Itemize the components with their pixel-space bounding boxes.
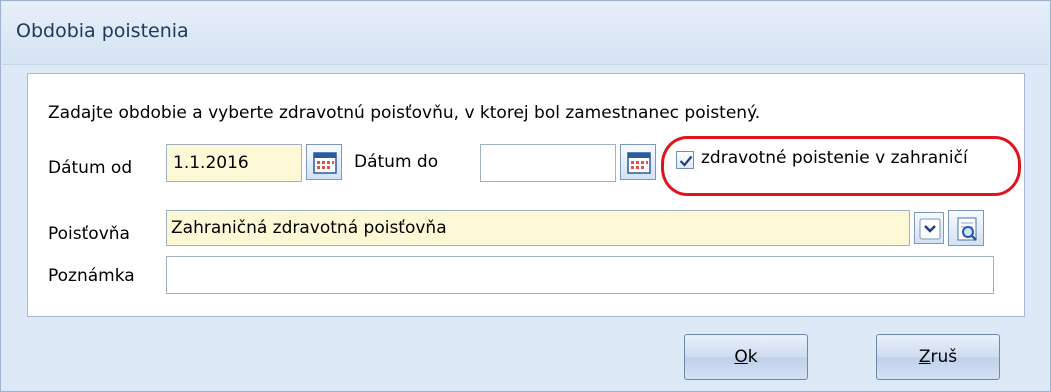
- cancel-button-label-rest: ruš: [930, 347, 958, 367]
- insurer-select[interactable]: Zahraničná zdravotná poisťovňa: [166, 210, 910, 246]
- insurer-label: Poisťovňa: [48, 224, 130, 244]
- insurer-dropdown-button[interactable]: [914, 212, 944, 244]
- instruction-text: Zadajte obdobie a vyberte zdravotnú pois…: [48, 103, 761, 123]
- calendar-icon: [313, 152, 337, 174]
- date-to-label: Dátum do: [354, 152, 439, 172]
- date-to-input[interactable]: [480, 144, 616, 182]
- note-label: Poznámka: [48, 266, 135, 286]
- ok-button-mnemonic: O: [734, 347, 748, 367]
- date-to-calendar-button[interactable]: [620, 144, 656, 180]
- date-from-input[interactable]: 1.1.2016: [166, 144, 302, 182]
- date-from-label: Dátum od: [48, 158, 133, 178]
- dialog-window: Obdobia poistenia Zadajte obdobie a vybe…: [0, 0, 1051, 392]
- cancel-button[interactable]: Zruš: [876, 334, 1000, 380]
- cancel-button-mnemonic: Z: [918, 347, 931, 367]
- date-from-calendar-button[interactable]: [306, 144, 342, 180]
- insurer-lookup-button[interactable]: [948, 210, 984, 246]
- calendar-icon: [627, 152, 651, 174]
- highlight-annotation: [661, 136, 1021, 196]
- note-input[interactable]: [166, 256, 994, 294]
- ok-button-label-rest: k: [747, 347, 758, 367]
- ok-button[interactable]: Ok: [684, 334, 808, 380]
- title-bar[interactable]: Obdobia poistenia: [2, 2, 1049, 65]
- window-title: Obdobia poistenia: [16, 20, 189, 42]
- chevron-down-icon: [919, 218, 941, 240]
- magnifier-icon: [957, 217, 977, 241]
